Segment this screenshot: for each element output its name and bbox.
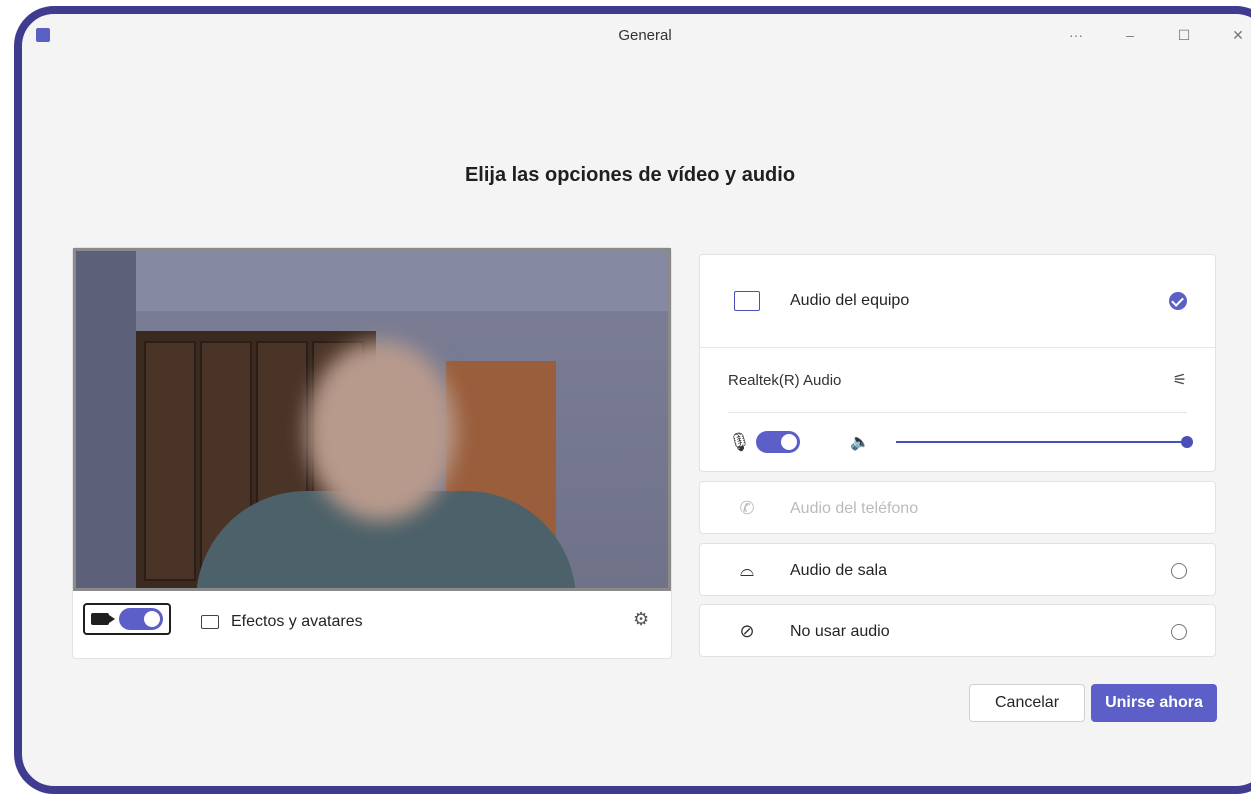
app-window: General ··· – ☐ ✕ Elija las opciones de …: [14, 6, 1251, 794]
blurred-face: [306, 341, 456, 521]
window-title: General: [618, 26, 672, 44]
phone-audio-option: ✆ Audio del teléfono: [700, 482, 1215, 535]
camera-toggle[interactable]: [83, 603, 171, 635]
app-icon: [36, 28, 50, 42]
effects-button[interactable]: Efectos y avatares: [201, 613, 363, 631]
no-audio-icon: ⊘: [739, 621, 755, 641]
phone-audio-label: Audio del teléfono: [790, 499, 919, 517]
phone-audio-card: ✆ Audio del teléfono: [699, 481, 1216, 534]
phone-icon: ✆: [739, 498, 755, 518]
page-title: Elija las opciones de vídeo y audio: [464, 164, 796, 186]
minimize-button[interactable]: –: [1120, 27, 1140, 43]
video-preview-card: Efectos y avatares ⚙: [72, 247, 672, 659]
mic-switch[interactable]: [756, 431, 800, 453]
effects-label: Efectos y avatares: [231, 613, 363, 630]
camera-switch[interactable]: [119, 608, 163, 630]
room-audio-radio[interactable]: [1171, 562, 1187, 579]
room-icon: ⌓: [739, 560, 755, 580]
title-bar: General ··· – ☐ ✕: [22, 14, 1251, 56]
camera-icon: [91, 613, 115, 625]
cancel-button[interactable]: Cancelar: [969, 684, 1085, 722]
no-audio-card: ⊘ No usar audio: [699, 604, 1216, 657]
no-audio-radio[interactable]: [1171, 623, 1187, 640]
maximize-button[interactable]: ☐: [1174, 27, 1194, 44]
audio-device-row: Realtek(R) Audio ⚟: [728, 348, 1187, 413]
window-controls: ··· – ☐ ✕: [1066, 14, 1248, 56]
join-now-button[interactable]: Unirse ahora: [1091, 684, 1217, 722]
device-name: Realtek(R) Audio: [728, 371, 842, 389]
computer-audio-label: Audio del equipo: [790, 292, 910, 309]
computer-audio-option[interactable]: Audio del equipo: [700, 255, 1215, 348]
more-options-button[interactable]: ···: [1066, 27, 1086, 43]
close-button[interactable]: ✕: [1228, 27, 1248, 44]
room-audio-option[interactable]: ⌓ Audio de sala: [700, 544, 1215, 597]
no-audio-label: No usar audio: [790, 622, 890, 640]
monitor-speaker-icon: [734, 290, 760, 312]
computer-audio-card: Audio del equipo Realtek(R) Audio ⚟ 🎙 🔈: [699, 254, 1216, 472]
room-audio-label: Audio de sala: [790, 561, 887, 579]
effects-icon: [201, 615, 219, 629]
audio-levels-row: 🎙 🔈: [728, 413, 1193, 471]
check-icon: [1169, 292, 1187, 310]
camera-preview: [73, 248, 671, 591]
speaker-icon: 🔈: [850, 434, 870, 451]
mic-icon: 🎙: [728, 431, 751, 452]
speaker-volume-slider[interactable]: [895, 436, 1193, 448]
volume-slider-thumb[interactable]: [1181, 436, 1193, 448]
no-audio-option[interactable]: ⊘ No usar audio: [700, 605, 1215, 658]
gear-icon[interactable]: ⚙: [633, 609, 649, 630]
room-audio-card: ⌓ Audio de sala: [699, 543, 1216, 596]
camera-scene: [76, 251, 668, 588]
video-controls-bar: Efectos y avatares ⚙: [73, 591, 671, 658]
sliders-icon[interactable]: ⚟: [1173, 370, 1187, 390]
